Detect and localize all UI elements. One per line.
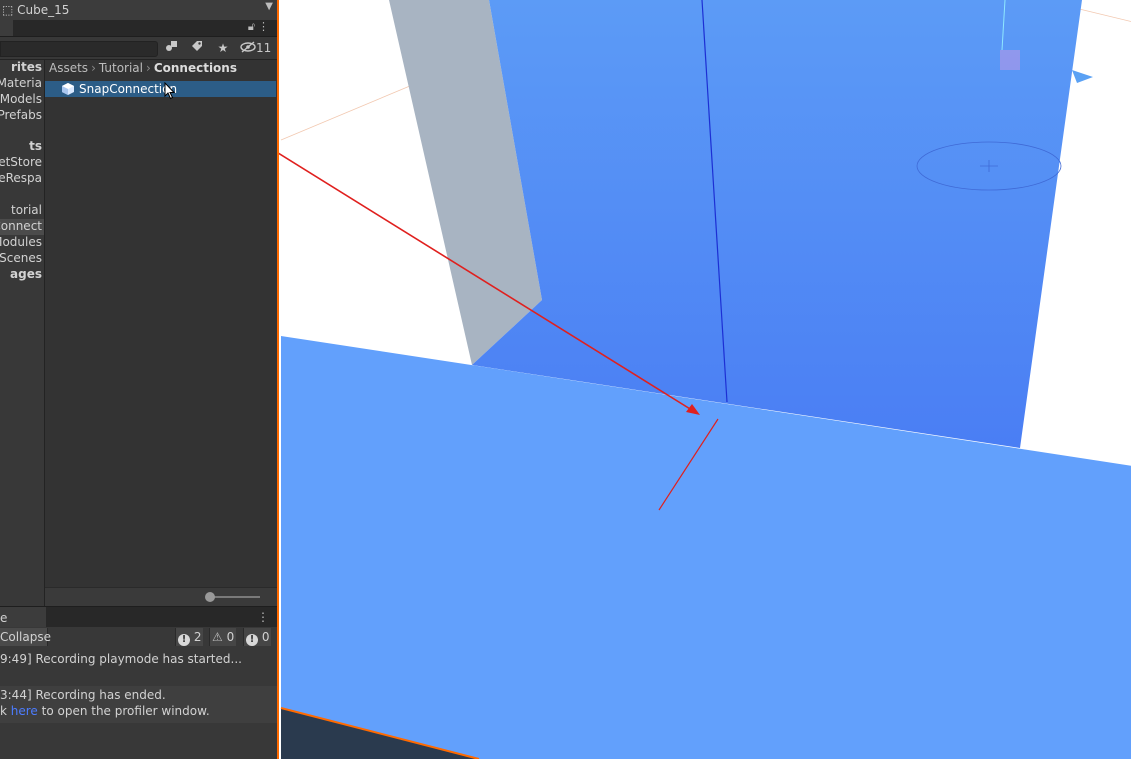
- browser-footer: [45, 587, 277, 607]
- hidden-packages-toggle[interactable]: 11: [240, 39, 271, 57]
- lock-icon[interactable]: 🔓︎: [248, 20, 255, 34]
- project-toolbar: ★ 11: [0, 37, 277, 60]
- icon-size-slider[interactable]: [208, 596, 260, 598]
- tree-item-connections[interactable]: Connect: [0, 219, 42, 233]
- asset-item-snapconnection[interactable]: SnapConnection: [45, 81, 276, 97]
- log-count-toggle[interactable]: ! 2: [175, 628, 204, 646]
- prefab-cube-icon: [62, 83, 74, 95]
- project-tabbar: 🔓︎ ⋮: [0, 20, 277, 37]
- mouse-cursor-icon: [164, 82, 176, 100]
- tree-section-packages[interactable]: ages: [10, 267, 42, 281]
- log-entry-text: 9:49] Recording playmode has started...: [0, 652, 242, 666]
- tree-item-scenes[interactable]: Scenes: [0, 251, 42, 265]
- hierarchy-item-cube[interactable]: ⬚ Cube_15: [2, 3, 69, 17]
- dropdown-arrow-icon[interactable]: ▼: [265, 1, 273, 12]
- error-count: 0: [261, 630, 270, 644]
- breadcrumb-tutorial[interactable]: Tutorial: [99, 61, 143, 75]
- console-toolbar: Collapse ! 2 ⚠ 0 ! 0: [0, 627, 277, 649]
- cube-icon: ⬚: [2, 3, 14, 17]
- info-icon: !: [178, 634, 190, 646]
- error-icon: !: [246, 634, 258, 646]
- gizmo-arrow: [1072, 70, 1093, 83]
- slider-thumb[interactable]: [205, 592, 215, 602]
- label-icon[interactable]: [187, 39, 207, 57]
- error-count-toggle[interactable]: ! 0: [243, 628, 272, 646]
- breadcrumb-connections[interactable]: Connections: [154, 61, 237, 75]
- tree-item-prefabs[interactable]: Prefabs: [0, 108, 42, 122]
- tree-item-tutorial[interactable]: torial: [11, 203, 42, 217]
- asset-browser: Assets › Tutorial › Connections SnapConnecti…: [45, 60, 277, 587]
- asset-item-label: SnapConnection: [79, 82, 178, 96]
- gizmo-handle[interactable]: [1000, 50, 1020, 70]
- breadcrumb: Assets › Tutorial › Connections: [49, 61, 237, 75]
- hierarchy-item-label: Cube_15: [17, 3, 70, 17]
- tree-item-materials[interactable]: Materia: [0, 76, 42, 90]
- hidden-count-label: 11: [256, 41, 272, 55]
- tab-console-label: e: [0, 611, 8, 625]
- profiler-link[interactable]: here: [11, 704, 38, 718]
- tab-project[interactable]: [0, 20, 13, 36]
- console-tabbar: e ⋮: [0, 606, 277, 628]
- warning-count-toggle[interactable]: ⚠ 0: [209, 628, 237, 646]
- tree-item-coderespawn[interactable]: deRespa: [0, 171, 42, 185]
- log-entry[interactable]: 9:49] Recording playmode has started...: [0, 648, 277, 686]
- chevron-right-icon: ›: [91, 61, 96, 75]
- tree-section-assets[interactable]: ts: [29, 139, 42, 153]
- warning-icon: ⚠: [212, 630, 223, 644]
- warning-count: 0: [226, 630, 235, 644]
- favorite-star-icon[interactable]: ★: [213, 39, 233, 57]
- search-input[interactable]: [0, 41, 158, 57]
- log-count: 2: [193, 630, 202, 644]
- tree-item-assetstore[interactable]: setStore: [0, 155, 42, 169]
- console-log-list: 9:49] Recording playmode has started... …: [0, 648, 277, 759]
- log-entry-subtext: k here to open the profiler window.: [0, 704, 210, 718]
- hierarchy-strip: ⬚ Cube_15 ▼: [0, 0, 277, 21]
- scene-canvas[interactable]: [279, 0, 1131, 759]
- favorites-tree: rites Materia Models Prefabs ts setStore…: [0, 60, 45, 606]
- kebab-icon[interactable]: ⋮: [257, 610, 269, 624]
- log-entry-text: 3:44] Recording has ended.: [0, 688, 166, 702]
- eye-slash-icon: [240, 41, 256, 53]
- collapse-button[interactable]: Collapse: [0, 628, 51, 646]
- tree-section-favorites[interactable]: rites: [11, 60, 42, 74]
- chevron-right-icon: ›: [146, 61, 151, 75]
- scene-view[interactable]: [277, 0, 1131, 759]
- kebab-icon[interactable]: ⋮: [258, 20, 269, 33]
- log-entry[interactable]: 3:44] Recording has ended. k here to ope…: [0, 686, 277, 723]
- filter-type-icon[interactable]: [162, 39, 182, 57]
- left-editor-panel: ⬚ Cube_15 ▼ 🔓︎ ⋮ ★ 11 rites Materia Mode: [0, 0, 277, 759]
- breadcrumb-assets[interactable]: Assets: [49, 61, 88, 75]
- tree-item-modules[interactable]: Modules: [0, 235, 42, 249]
- tree-item-models[interactable]: Models: [0, 92, 42, 106]
